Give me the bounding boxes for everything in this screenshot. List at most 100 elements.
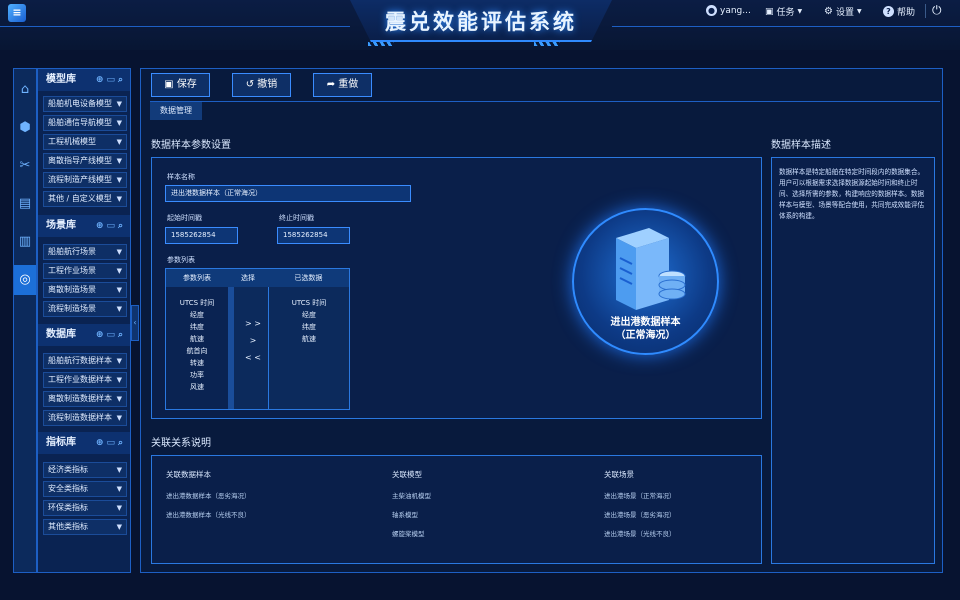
sidebar-item[interactable]: 其他类指标 ▼	[43, 519, 127, 535]
sidebar-item-label: 船舶机电设备模型	[48, 99, 112, 108]
section-header-data[interactable]: 数据库 ⊕▭⌕	[38, 324, 130, 346]
tasks-label: 任务	[776, 8, 795, 18]
caret-down-icon: ▼	[116, 305, 122, 313]
caret-down-icon: ▼	[116, 176, 122, 184]
caret-down-icon: ▼	[116, 267, 122, 275]
section-title: 指标库	[46, 437, 76, 448]
sidebar-item[interactable]: 环保类指标 ▼	[43, 500, 127, 516]
sidebar-item[interactable]: 经济类指标 ▼	[43, 462, 127, 478]
caret-down-icon: ▼	[116, 357, 122, 365]
sidebar-item-label: 其他类指标	[48, 522, 88, 531]
section-actions[interactable]: ⊕▭⌕	[96, 324, 126, 346]
undo-button[interactable]: ↺ 撤销	[232, 73, 291, 97]
tasks-menu[interactable]: ▣ 任务 ▼	[765, 5, 802, 19]
related-scene[interactable]: 进出港场景（恶劣海况）	[604, 509, 676, 519]
move-all-right-button[interactable]: > >	[242, 319, 264, 328]
col-selected-header: 已选数据	[268, 269, 349, 287]
available-item[interactable]: 纬度	[174, 321, 220, 333]
available-item[interactable]: 航速	[174, 333, 220, 345]
tools-icon[interactable]: ✂	[14, 151, 36, 181]
section-header-scenes[interactable]: 场景库 ⊕▭⌕	[38, 215, 130, 237]
sidebar-item-label: 环保类指标	[48, 503, 88, 512]
sidebar-item[interactable]: 流程制造数据样本 ▼	[43, 410, 127, 426]
sidebar-item[interactable]: 工程作业场景 ▼	[43, 263, 127, 279]
move-all-left-button[interactable]: < <	[242, 353, 264, 362]
section-header-models[interactable]: 模型库 ⊕▭⌕	[38, 69, 130, 91]
chart-icon[interactable]: ▥	[14, 227, 36, 257]
power-icon[interactable]: ⏻	[932, 3, 942, 18]
sidebar-item-label: 流程制造数据样本	[48, 413, 112, 422]
header-line-right	[612, 26, 960, 27]
selected-item[interactable]: 经度	[276, 309, 342, 321]
caret-down-icon: ▼	[116, 195, 122, 203]
param-transfer: 参数列表 选择 已选数据 UTCS 时间 经度 纬度 航速 航首向 转速 功率 …	[165, 268, 350, 410]
compass-icon[interactable]: ◎	[14, 265, 36, 295]
collapse-sidebar-button[interactable]: ‹	[131, 305, 139, 341]
section-actions[interactable]: ⊕▭⌕	[96, 432, 126, 454]
home-icon[interactable]: ⌂	[14, 75, 36, 105]
graphic-label-line2: （正常海况）	[615, 330, 676, 341]
sample-name-field[interactable]: 进出港数据样本（正常海况）	[165, 185, 411, 202]
related-sample[interactable]: 进出港数据样本（恶劣海况）	[166, 490, 251, 500]
redo-button[interactable]: ➦ 重做	[313, 73, 372, 97]
caret-down-icon: ▼	[116, 504, 122, 512]
save-button[interactable]: ▣ 保存	[151, 73, 210, 97]
caret-down-icon: ▼	[116, 523, 122, 531]
section-header-indicators[interactable]: 指标库 ⊕▭⌕	[38, 432, 130, 454]
start-time-field[interactable]: 1585262854	[165, 227, 238, 244]
help-button[interactable]: ? 帮助	[883, 5, 915, 18]
sidebar-item[interactable]: 船舶通信导航模型 ▼	[43, 115, 127, 131]
related-model[interactable]: 螺旋桨模型	[392, 528, 425, 538]
sidebar-item[interactable]: 流程制造场景 ▼	[43, 301, 127, 317]
sidebar-item-label: 安全类指标	[48, 484, 88, 493]
caret-down-icon: ▼	[116, 157, 122, 165]
cube-icon[interactable]: ⬢	[14, 113, 36, 143]
sidebar-item[interactable]: 工程作业数据样本 ▼	[43, 372, 127, 388]
sidebar-item[interactable]: 工程机械模型 ▼	[43, 134, 127, 150]
clipboard-icon[interactable]: ▤	[14, 189, 36, 219]
sidebar-item[interactable]: 离散制造场景 ▼	[43, 282, 127, 298]
col-select-header: 选择	[228, 269, 268, 287]
user-name: yang...	[720, 5, 751, 16]
available-item[interactable]: 功率	[174, 369, 220, 381]
params-section-title: 数据样本参数设置	[151, 140, 231, 151]
available-item[interactable]: 经度	[174, 309, 220, 321]
sidebar-item[interactable]: 流程制造产线模型 ▼	[43, 172, 127, 188]
graphic-label-line1: 进出港数据样本	[610, 317, 681, 328]
related-sample[interactable]: 进出港数据样本（光线不良）	[166, 509, 251, 519]
related-scene[interactable]: 进出港场景（光线不良）	[604, 528, 676, 538]
section-title: 数据库	[46, 329, 76, 340]
sidebar-item[interactable]: 离散制造数据样本 ▼	[43, 391, 127, 407]
sidebar-item[interactable]: 船舶机电设备模型 ▼	[43, 96, 127, 112]
settings-menu[interactable]: ⚙ 设置 ▼	[824, 5, 862, 18]
sidebar-item-label: 工程作业数据样本	[48, 375, 112, 384]
related-model[interactable]: 轴系模型	[392, 509, 418, 519]
header-stripes-right	[534, 42, 560, 46]
sidebar-item[interactable]: 其他 / 自定义模型 ▼	[43, 191, 127, 207]
sidebar-item[interactable]: 船舶航行场景 ▼	[43, 244, 127, 260]
selected-item[interactable]: 纬度	[276, 321, 342, 333]
available-item[interactable]: UTCS 时间	[174, 297, 220, 309]
caret-down-icon: ▼	[116, 248, 122, 256]
sidebar-item[interactable]: 离散指导产线模型 ▼	[43, 153, 127, 169]
user-menu[interactable]: ● yang...	[706, 5, 751, 16]
tab-data-management[interactable]: 数据管理	[150, 102, 202, 120]
sidebar-item[interactable]: 船舶航行数据样本 ▼	[43, 353, 127, 369]
sidebar-item-label: 离散制造场景	[48, 285, 96, 294]
related-scene[interactable]: 进出港场景（正常海况）	[604, 490, 676, 500]
end-time-field[interactable]: 1585262854	[277, 227, 350, 244]
move-right-button[interactable]: >	[242, 336, 264, 345]
related-model[interactable]: 主柴油机模型	[392, 490, 431, 500]
selected-item[interactable]: UTCS 时间	[276, 297, 342, 309]
scrollbar[interactable]	[228, 287, 234, 409]
available-item[interactable]: 风速	[174, 381, 220, 393]
sidebar-item[interactable]: 安全类指标 ▼	[43, 481, 127, 497]
start-time-label: 起始时间戳	[167, 214, 202, 222]
caret-down-icon: ▼	[116, 119, 122, 127]
available-item[interactable]: 转速	[174, 357, 220, 369]
available-item[interactable]: 航首向	[174, 345, 220, 357]
section-actions[interactable]: ⊕▭⌕	[96, 69, 126, 91]
selected-item[interactable]: 航速	[276, 333, 342, 345]
section-actions[interactable]: ⊕▭⌕	[96, 215, 126, 237]
app-logo-icon[interactable]: ≡	[8, 4, 26, 22]
